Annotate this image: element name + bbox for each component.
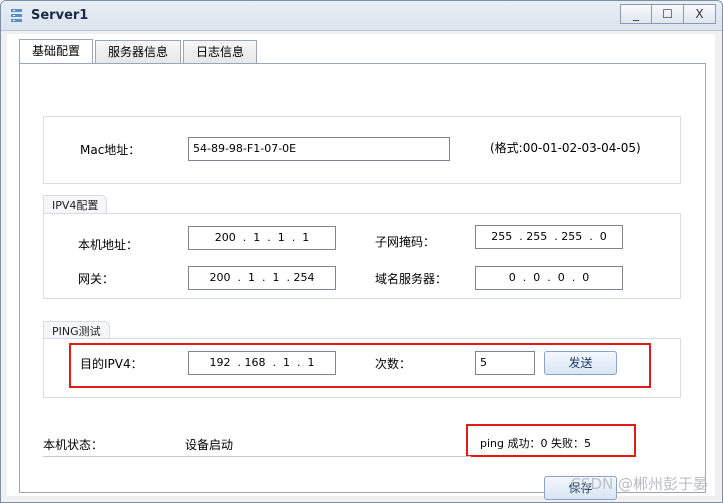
subnet-mask-input[interactable]: 255 . 255 . 255 . 0 bbox=[475, 225, 623, 249]
dns-input[interactable]: 0 . 0 . 0 . 0 bbox=[475, 266, 623, 290]
client-area: 基础配置 服务器信息 日志信息 Mac地址： 54-89-98-F1-07-0E… bbox=[7, 34, 715, 500]
tab-bar: 基础配置 服务器信息 日志信息 bbox=[19, 39, 258, 65]
tab-log-info[interactable]: 日志信息 bbox=[183, 40, 258, 64]
device-status-value: 设备启动 bbox=[185, 438, 234, 452]
close-button[interactable]: X bbox=[684, 4, 716, 24]
tab-server-info[interactable]: 服务器信息 bbox=[95, 40, 182, 64]
tab-basic-config[interactable]: 基础配置 bbox=[19, 39, 94, 65]
send-button[interactable]: 发送 bbox=[544, 351, 617, 375]
csdn-watermark: CSDN @郴州彭于晏 bbox=[570, 475, 708, 493]
mac-label: Mac地址： bbox=[80, 143, 141, 157]
device-status-label: 本机状态： bbox=[43, 438, 104, 452]
ipv4-group-label: IPV4配置 bbox=[43, 195, 108, 214]
gateway-label: 网关： bbox=[78, 272, 115, 286]
maximize-button[interactable]: ☐ bbox=[652, 4, 684, 24]
ping-count-input[interactable]: 5 bbox=[475, 351, 535, 375]
tab-page-basic-config: Mac地址： 54-89-98-F1-07-0E (格式:00-01-02-03… bbox=[19, 63, 706, 500]
ping-target-label: 目的IPV4： bbox=[80, 357, 143, 371]
ping-count-label: 次数： bbox=[375, 357, 412, 371]
dns-label: 域名服务器： bbox=[375, 272, 448, 286]
title-bar[interactable]: Server1 _ ☐ X bbox=[1, 1, 722, 31]
status-separator bbox=[43, 456, 471, 457]
local-ip-input[interactable]: 200 . 1 . 1 . 1 bbox=[188, 226, 336, 250]
gateway-input[interactable]: 200 . 1 . 1 . 254 bbox=[188, 266, 336, 290]
server-app-icon bbox=[11, 9, 22, 22]
subnet-mask-label: 子网掩码： bbox=[375, 235, 436, 249]
minimize-button[interactable]: _ bbox=[620, 4, 652, 24]
window-title: Server1 bbox=[31, 8, 89, 23]
local-ip-label: 本机地址： bbox=[78, 238, 139, 252]
ping-target-input[interactable]: 192 . 168 . 1 . 1 bbox=[188, 351, 336, 375]
server1-window: Server1 _ ☐ X 基础配置 服务器信息 日志信息 Mac地址： 54-… bbox=[0, 0, 723, 503]
mac-address-input[interactable]: 54-89-98-F1-07-0E bbox=[188, 137, 450, 161]
ping-result-text: ping 成功：0 失败：5 bbox=[480, 437, 591, 450]
mac-format-hint: (格式:00-01-02-03-04-05) bbox=[490, 141, 641, 155]
